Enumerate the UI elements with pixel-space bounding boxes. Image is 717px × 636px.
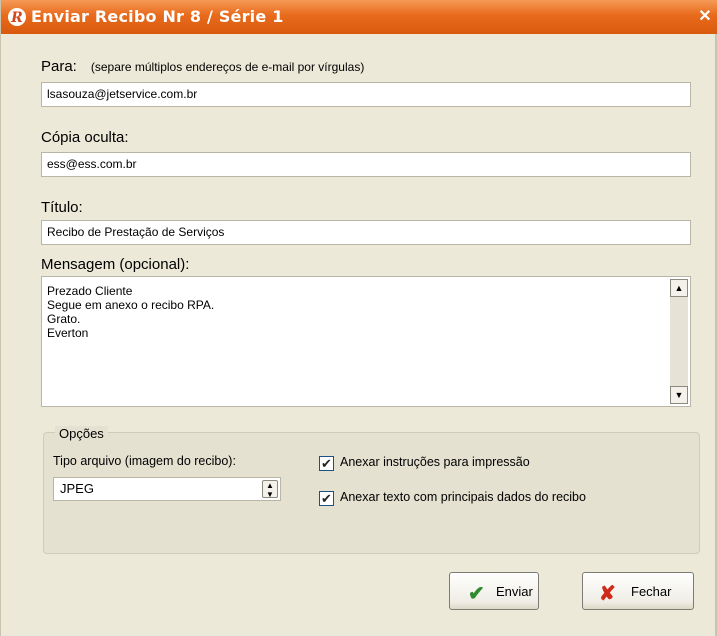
send-button-label: Enviar <box>496 584 533 599</box>
message-line: Segue em anexo o recibo RPA. <box>47 298 215 312</box>
bcc-email-field[interactable]: ess@ess.com.br <box>41 152 691 177</box>
to-label-text: Para: <box>41 58 77 75</box>
options-group-title: Opções <box>55 426 108 441</box>
send-button[interactable]: ✔ Enviar <box>449 572 539 610</box>
scroll-down-icon[interactable]: ▼ <box>670 386 688 404</box>
message-line: Grato. <box>47 312 81 326</box>
message-scrollbar[interactable]: ▲ ▼ <box>670 279 688 404</box>
spinner-icon[interactable]: ▲ ▼ <box>262 480 278 499</box>
close-button[interactable]: ✘ Fechar <box>582 572 694 610</box>
app-logo-icon: R <box>8 8 26 26</box>
close-button-label: Fechar <box>631 584 672 599</box>
attach-instructions-label: Anexar instruções para impressão <box>340 455 530 469</box>
to-label: Para: (separe múltiplos endereços de e-ma… <box>41 58 364 75</box>
svg-text:R: R <box>10 10 23 26</box>
to-hint: (separe múltiplos endereços de e-mail po… <box>90 60 365 74</box>
send-receipt-dialog: R Enviar Recibo Nr 8 / Série 1 ✕ Para: (s… <box>0 0 717 636</box>
file-type-value: JPEG <box>60 481 94 496</box>
file-type-label: Tipo arquivo (imagem do recibo): <box>53 454 236 468</box>
bcc-label: Cópia oculta: <box>41 129 129 146</box>
message-textarea[interactable]: Prezado Cliente Segue em anexo o recibo … <box>41 276 691 407</box>
title-bar: R Enviar Recibo Nr 8 / Série 1 ✕ <box>1 0 717 34</box>
window-title: Enviar Recibo Nr 8 / Série 1 <box>31 7 284 26</box>
attach-instructions-checkbox[interactable]: ✔ <box>319 456 334 471</box>
close-icon[interactable]: ✕ <box>696 8 714 26</box>
message-line: Prezado Cliente <box>47 284 133 298</box>
checkmark-icon: ✔ <box>468 583 485 605</box>
x-icon: ✘ <box>599 583 616 605</box>
message-label: Mensagem (opcional): <box>41 256 190 273</box>
scroll-up-icon[interactable]: ▲ <box>670 279 688 297</box>
message-line: Everton <box>47 326 89 340</box>
attach-text-checkbox[interactable]: ✔ <box>319 491 334 506</box>
subject-label: Título: <box>41 199 83 216</box>
to-email-field[interactable]: lsasouza@jetservice.com.br <box>41 82 691 107</box>
subject-field[interactable]: Recibo de Prestação de Serviços <box>41 220 691 245</box>
attach-text-label: Anexar texto com principais dados do rec… <box>340 490 586 504</box>
file-type-select[interactable]: JPEG ▲ ▼ <box>53 477 281 501</box>
message-text: Prezado Cliente Segue em anexo o recibo … <box>47 284 214 340</box>
